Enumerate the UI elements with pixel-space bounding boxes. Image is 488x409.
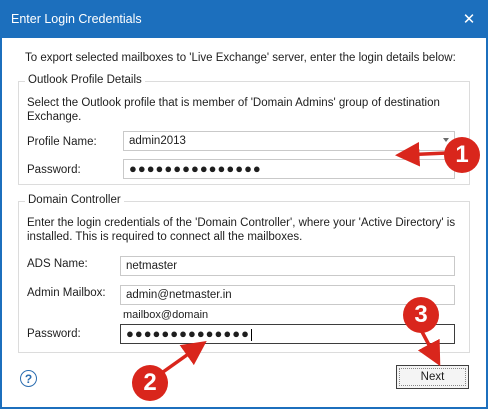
window-frame-left (0, 38, 2, 409)
ads-name-label: ADS Name: (27, 258, 88, 270)
step-1-callout: 1 (444, 137, 480, 173)
close-icon[interactable]: ✕ (450, 0, 488, 38)
outlook-profile-description: Select the Outlook profile that is membe… (27, 97, 440, 123)
profile-name-label: Profile Name: (27, 136, 97, 148)
admin-mailbox-label: Admin Mailbox: (27, 287, 106, 299)
domain-password-label: Password: (27, 328, 81, 340)
outlook-password-field[interactable]: ●●●●●●●●●●●●●●● (123, 159, 455, 179)
step-3-callout: 3 (403, 297, 439, 333)
intro-text: To export selected mailboxes to 'Live Ex… (25, 52, 456, 64)
text-caret (250, 328, 252, 341)
domain-controller-description: Enter the login credentials of the 'Doma… (27, 217, 456, 243)
domain-password-field[interactable]: ●●●●●●●●●●●●●● (120, 324, 455, 344)
ads-name-input[interactable]: netmaster (120, 256, 455, 276)
domain-controller-legend: Domain Controller (25, 194, 124, 206)
title-bar: Enter Login Credentials ✕ (0, 0, 488, 38)
outlook-profile-legend: Outlook Profile Details (25, 74, 145, 86)
chevron-down-icon[interactable] (443, 138, 449, 142)
admin-mailbox-input[interactable]: admin@netmaster.in (120, 285, 455, 305)
next-button[interactable]: Next (396, 365, 469, 389)
mailbox-format-hint: mailbox@domain (123, 309, 209, 321)
profile-name-select[interactable]: admin2013 (123, 131, 455, 151)
outlook-password-label: Password: (27, 164, 81, 176)
dialog-title: Enter Login Credentials (11, 12, 142, 26)
step-2-callout: 2 (132, 365, 168, 401)
help-icon[interactable]: ? (20, 370, 37, 387)
